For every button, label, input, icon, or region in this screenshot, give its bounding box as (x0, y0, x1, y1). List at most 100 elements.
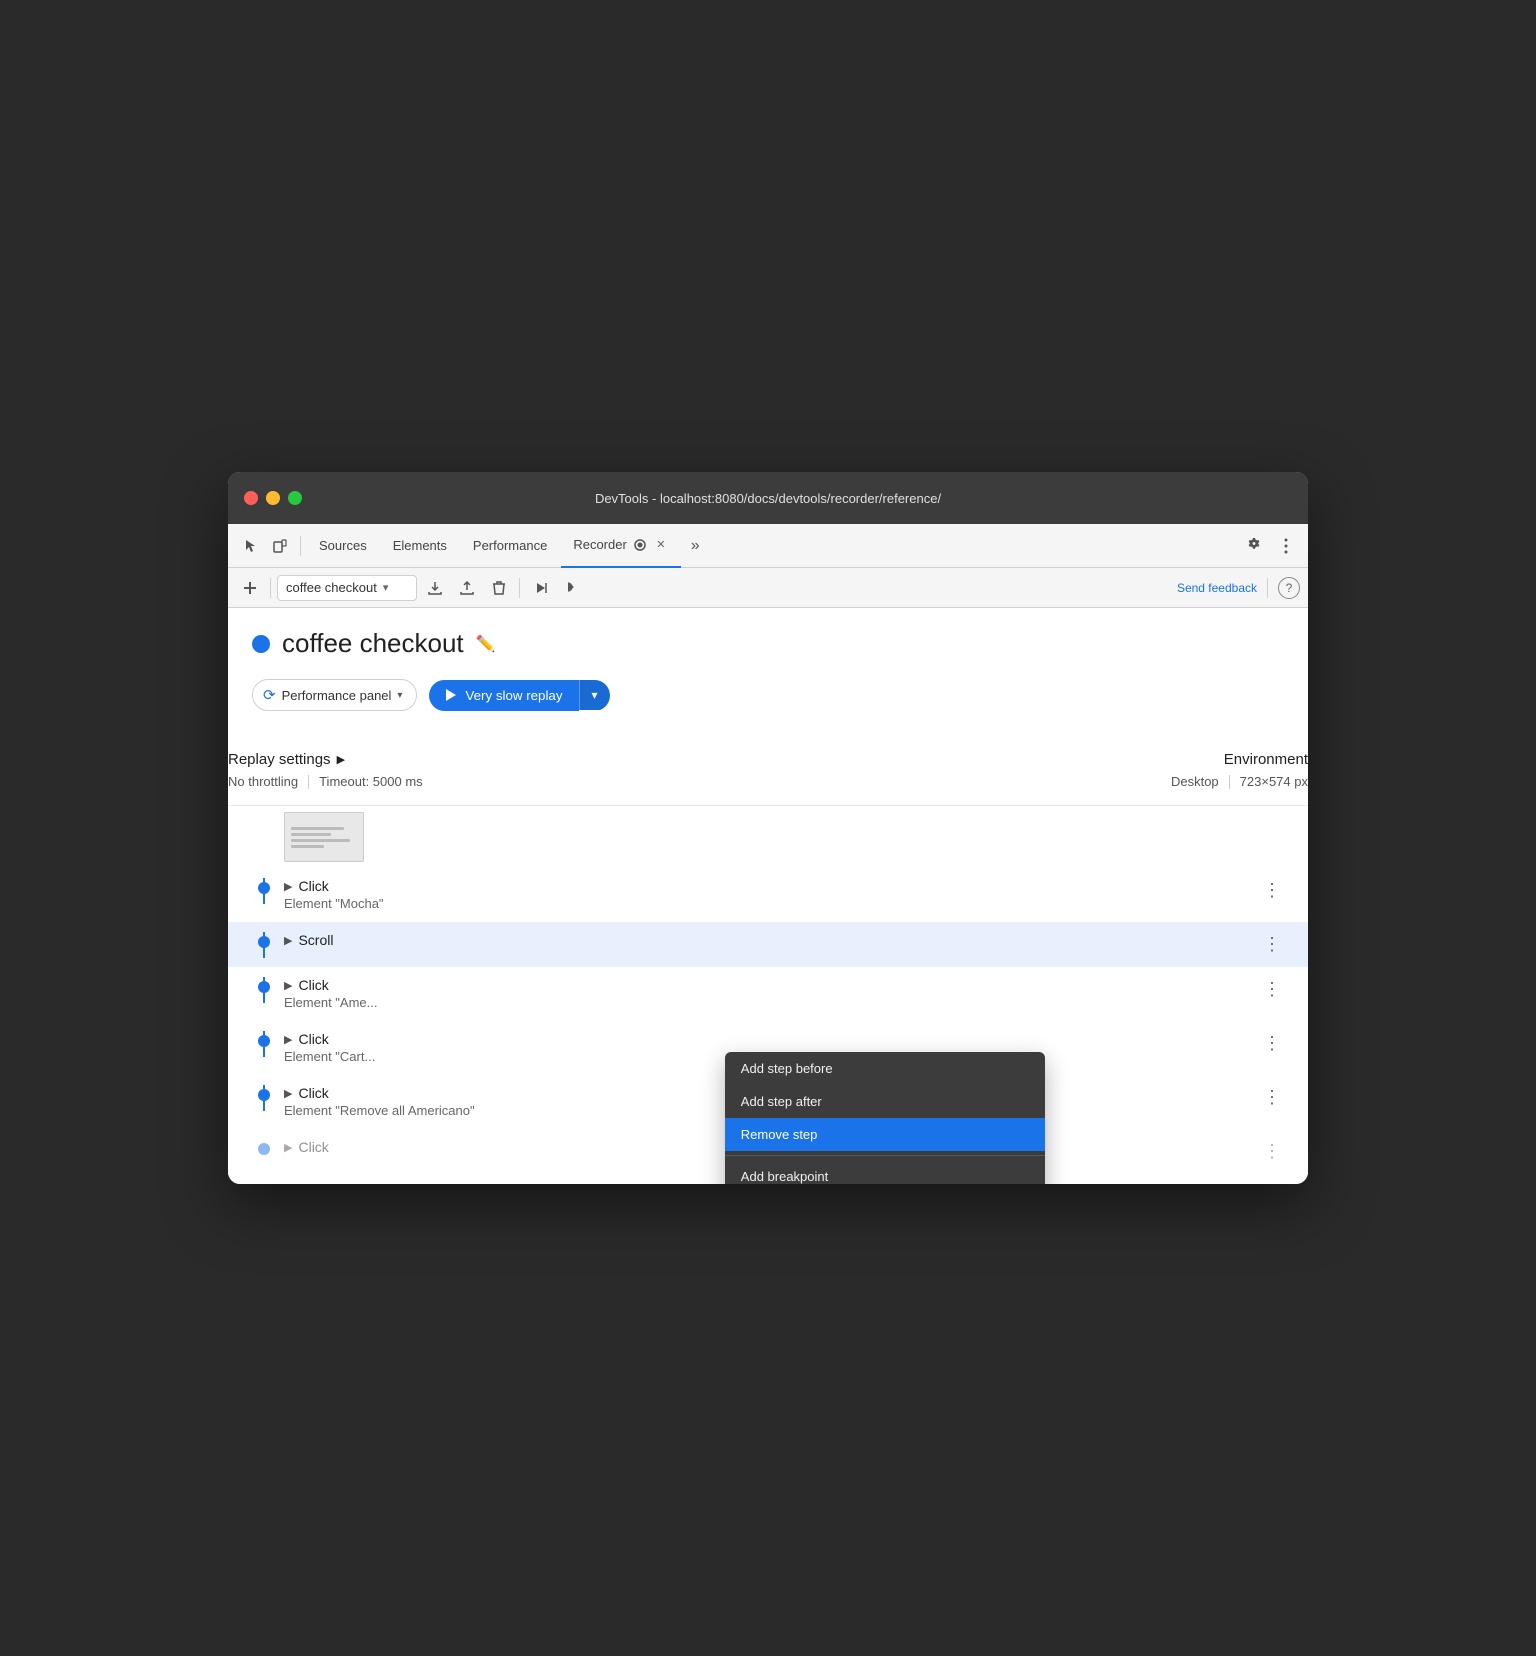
chevron-down-icon: ▾ (383, 581, 389, 594)
step-menu-btn-1[interactable]: ⋮ (1260, 878, 1284, 902)
step-menu-btn-4[interactable]: ⋮ (1260, 1031, 1284, 1055)
settings-section: Replay settings ▶ No throttling Timeout:… (228, 735, 1308, 806)
timeline-container: ▶ Click Element "Mocha" ⋮ (228, 806, 1308, 1184)
step-expand-p[interactable]: ▶ (284, 1141, 292, 1154)
step-subtitle-1: Element "Mocha" (284, 896, 1260, 911)
step-title-1: ▶ Click (284, 878, 1260, 894)
edit-title-icon[interactable]: ✏️ (476, 634, 496, 654)
steps-list: ▶ Click Element "Mocha" ⋮ (228, 806, 1308, 1184)
recording-header: coffee checkout ✏️ (252, 628, 1284, 659)
step-timeline-p (252, 1139, 276, 1155)
environment-settings-right: Environment Desktop 723×574 px (768, 751, 1308, 789)
window-title: DevTools - localhost:8080/docs/devtools/… (595, 491, 941, 506)
step-menu-btn-3[interactable]: ⋮ (1260, 977, 1284, 1001)
tab-recorder[interactable]: Recorder ✕ (561, 524, 680, 568)
replay-play-icon (445, 688, 457, 702)
performance-panel-btn[interactable]: ⟳ Performance panel ▾ (252, 679, 417, 711)
cursor-icon[interactable] (236, 532, 264, 560)
step-expand-3[interactable]: ▶ (284, 979, 292, 992)
tabs-overflow-btn[interactable]: » (685, 533, 706, 559)
settings-expand-icon[interactable]: ▶ (337, 753, 345, 766)
step-title-3: ▶ Click (284, 977, 1260, 993)
content-area: coffee checkout ✏️ ⟳ Performance panel ▾… (228, 608, 1308, 711)
step-expand-2[interactable]: ▶ (284, 934, 292, 947)
devtools-panel: Sources Elements Performance Recorder ✕ … (228, 524, 1308, 1184)
settings-separator (308, 775, 309, 789)
delete-btn[interactable] (485, 574, 513, 602)
step-row-3: ▶ Click Element "Ame... ⋮ (228, 967, 1308, 1021)
ctx-add-after[interactable]: Add step after (725, 1085, 1045, 1118)
thumb-line-2 (291, 833, 331, 836)
settings-info: No throttling Timeout: 5000 ms (228, 774, 768, 789)
env-info: Desktop 723×574 px (768, 774, 1308, 789)
replay-btn-main[interactable]: Very slow replay (429, 680, 578, 711)
step-menu-btn-p[interactable]: ⋮ (1260, 1139, 1284, 1163)
tab-performance[interactable]: Performance (461, 524, 559, 568)
devtools-tabs-bar: Sources Elements Performance Recorder ✕ … (228, 524, 1308, 568)
maximize-button[interactable] (288, 491, 302, 505)
step-dot-5 (258, 1089, 270, 1101)
send-feedback-link[interactable]: Send feedback (1177, 581, 1257, 595)
titlebar: DevTools - localhost:8080/docs/devtools/… (228, 472, 1308, 524)
step-expand-5[interactable]: ▶ (284, 1087, 292, 1100)
thumb-line-1 (291, 827, 344, 830)
replay-btn-label: Very slow replay (465, 688, 562, 703)
step-expand-4[interactable]: ▶ (284, 1033, 292, 1046)
step-menu-btn-5[interactable]: ⋮ (1260, 1085, 1284, 1109)
export-btn[interactable] (421, 574, 449, 602)
play-btn[interactable] (526, 574, 554, 602)
minimize-button[interactable] (266, 491, 280, 505)
import-btn[interactable] (453, 574, 481, 602)
step-dot-2 (258, 936, 270, 948)
env-size: 723×574 px (1240, 774, 1308, 789)
step-timeline-2 (252, 932, 276, 948)
step-timeline-4 (252, 1031, 276, 1047)
ctx-add-before[interactable]: Add step before (725, 1052, 1045, 1085)
tabs-right-actions (1240, 532, 1300, 560)
step-row-2: ▶ Scroll ⋮ Add step before Add step afte… (228, 922, 1308, 967)
context-menu: Add step before Add step after Remove st… (725, 1052, 1045, 1184)
step-thumbnail (284, 812, 364, 862)
performance-panel-label: Performance panel (282, 688, 392, 703)
throttling-value: No throttling (228, 774, 298, 789)
recording-name: coffee checkout (286, 580, 377, 595)
record-icon (633, 538, 647, 552)
close-button[interactable] (244, 491, 258, 505)
device-mode-icon[interactable] (266, 532, 294, 560)
replay-settings-left: Replay settings ▶ No throttling Timeout:… (228, 751, 768, 789)
step-title-4: ▶ Click (284, 1031, 1260, 1047)
tab-recorder-close[interactable]: ✕ (653, 537, 669, 553)
performance-panel-icon: ⟳ (263, 686, 276, 704)
step-expand-1[interactable]: ▶ (284, 880, 292, 893)
help-button[interactable]: ? (1278, 577, 1300, 599)
step-dot-p (258, 1143, 270, 1155)
environment-title: Environment (768, 751, 1308, 768)
ctx-remove-step[interactable]: Remove step (725, 1118, 1045, 1151)
ctx-add-breakpoint[interactable]: Add breakpoint (725, 1160, 1045, 1184)
toolbar-divider-3 (1267, 578, 1268, 598)
traffic-lights (244, 491, 302, 505)
step-timeline-3 (252, 977, 276, 993)
tab-sources[interactable]: Sources (307, 524, 379, 568)
step-timeline-5 (252, 1085, 276, 1101)
tab-elements[interactable]: Elements (381, 524, 459, 568)
env-separator (1229, 775, 1230, 789)
ctx-separator-1 (725, 1155, 1045, 1156)
thumbnail-row (228, 806, 1308, 868)
step-dot-3 (258, 981, 270, 993)
recording-selector[interactable]: coffee checkout ▾ (277, 575, 417, 601)
replay-btn-dropdown[interactable]: ▾ (579, 680, 610, 710)
step-menu-btn-2[interactable]: ⋮ (1260, 932, 1284, 956)
thumb-line-3 (291, 839, 350, 842)
add-recording-btn[interactable] (236, 574, 264, 602)
step-btn[interactable] (558, 574, 586, 602)
recording-indicator (252, 635, 270, 653)
step-row-1: ▶ Click Element "Mocha" ⋮ (228, 868, 1308, 922)
panel-dropdown-icon: ▾ (397, 690, 402, 701)
settings-icon[interactable] (1240, 532, 1268, 560)
step-dot-4 (258, 1035, 270, 1047)
step-content-2: ▶ Scroll (284, 932, 1260, 948)
replay-settings-title: Replay settings ▶ (228, 751, 768, 768)
step-subtitle-3: Element "Ame... (284, 995, 1260, 1010)
more-options-icon[interactable] (1272, 532, 1300, 560)
